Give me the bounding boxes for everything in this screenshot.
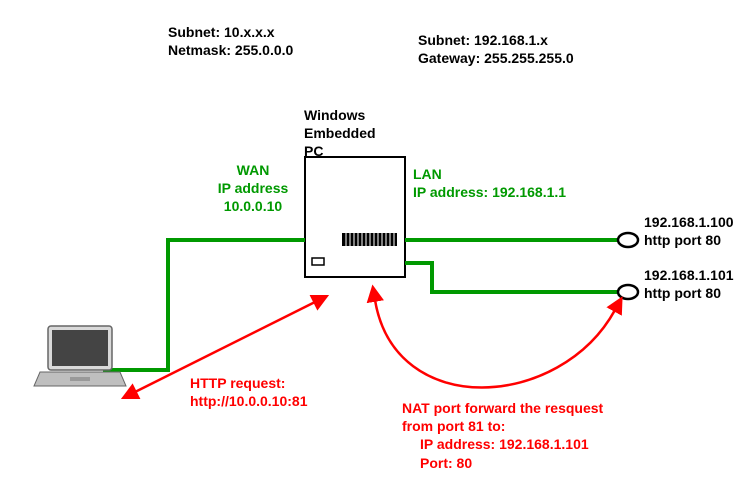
pc-title: Windows Embedded PC: [304, 106, 376, 161]
nat-line1: NAT port forward the resquest: [402, 400, 603, 416]
http-request-url: http://10.0.0.10:81: [190, 393, 308, 409]
wan-addr-label: IP address: [218, 180, 289, 196]
lan-addr: IP address: 192.168.1.1: [413, 184, 566, 200]
nat-forward-arrow: [375, 300, 615, 388]
right-subnet-line1: Subnet: 192.168.1.x: [418, 32, 548, 48]
host1-label: 192.168.1.100 http port 80: [644, 213, 734, 249]
http-request-title: HTTP request:: [190, 375, 285, 391]
pc-title-line3: PC: [304, 143, 323, 159]
host2-port: http port 80: [644, 285, 721, 301]
left-subnet-label: Subnet: 10.x.x.x Netmask: 255.0.0.0: [168, 23, 293, 59]
host1-node: [618, 233, 638, 247]
windows-pc-icon: [305, 157, 405, 277]
lan-label: LAN IP address: 192.168.1.1: [413, 165, 566, 201]
right-subnet-line2: Gateway: 255.255.255.0: [418, 50, 574, 66]
nat-line3: IP address: 192.168.1.101: [402, 435, 589, 453]
host2-label: 192.168.1.101 http port 80: [644, 266, 734, 302]
nat-line2: from port 81 to:: [402, 418, 505, 434]
network-diagram: [0, 0, 750, 502]
wan-link: [103, 240, 305, 370]
right-subnet-label: Subnet: 192.168.1.x Gateway: 255.255.255…: [418, 31, 574, 67]
host1-ip: 192.168.1.100: [644, 214, 734, 230]
host2-node: [618, 285, 638, 299]
pc-title-line1: Windows: [304, 107, 365, 123]
host2-ip: 192.168.1.101: [644, 267, 734, 283]
wan-addr-value: 10.0.0.10: [224, 198, 282, 214]
left-subnet-line2: Netmask: 255.0.0.0: [168, 42, 293, 58]
left-subnet-line1: Subnet: 10.x.x.x: [168, 24, 275, 40]
lan-title: LAN: [413, 166, 442, 182]
wan-label: WAN IP address 10.0.0.10: [208, 161, 298, 216]
pc-title-line2: Embedded: [304, 125, 376, 141]
host1-port: http port 80: [644, 232, 721, 248]
nat-line4: Port: 80: [402, 454, 472, 472]
nat-forward-label: NAT port forward the resquest from port …: [402, 399, 603, 472]
wan-title: WAN: [237, 162, 270, 178]
lan-link-host2: [405, 263, 620, 292]
laptop-icon: [34, 326, 126, 386]
http-request-label: HTTP request: http://10.0.0.10:81: [190, 374, 308, 410]
